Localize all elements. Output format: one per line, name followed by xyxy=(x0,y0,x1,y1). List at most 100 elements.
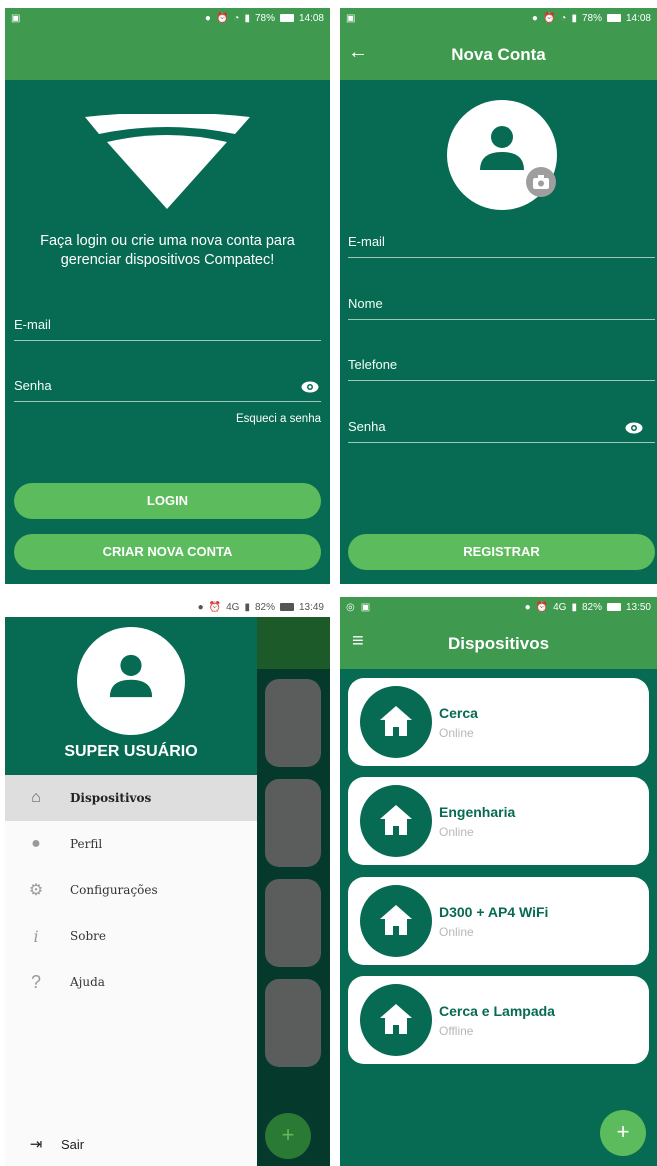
status-bar: ◎ ▣ ● ⏰ 4G ▮ 82% 13:50 xyxy=(340,597,657,617)
home-icon xyxy=(360,785,432,857)
network-type: 4G xyxy=(553,601,567,613)
login-button[interactable]: LOGIN xyxy=(14,483,321,519)
sync-icon: ● xyxy=(197,601,204,613)
device-card[interactable]: Cerca e Lampada Offline xyxy=(348,976,649,1064)
device-card[interactable]: Engenharia Online xyxy=(348,777,649,865)
camera-icon[interactable] xyxy=(526,167,556,197)
image-notification-icon: ▣ xyxy=(346,12,356,24)
clock: 13:49 xyxy=(298,601,324,613)
battery-percent: 78% xyxy=(581,12,602,24)
alarm-icon: ⏰ xyxy=(535,601,549,613)
name-field[interactable]: Nome xyxy=(348,279,655,320)
drawer-item-sobre[interactable]: i Sobre xyxy=(5,913,257,959)
help-icon: ? xyxy=(30,971,41,992)
compatec-logo xyxy=(85,114,250,209)
password-label: Senha xyxy=(14,378,52,393)
signal-icon: ▮ xyxy=(571,12,577,24)
app-bar xyxy=(5,28,330,80)
signal-icon: ▮ xyxy=(244,601,250,613)
device-status: Online xyxy=(439,825,474,839)
create-account-button[interactable]: CRIAR NOVA CONTA xyxy=(14,534,321,570)
sync-icon: ● xyxy=(204,12,211,24)
wifi-icon: ◔ xyxy=(233,12,240,24)
home-icon xyxy=(360,885,432,957)
clock: 13:50 xyxy=(625,601,651,613)
password-field[interactable]: Senha xyxy=(348,402,655,443)
page-title: Nova Conta xyxy=(451,45,546,64)
welcome-text: Faça login ou crie uma nova conta para g… xyxy=(40,233,295,268)
drawer-item-ajuda[interactable]: ? Ajuda xyxy=(5,959,257,1005)
wifi-icon: ◔ xyxy=(560,12,567,24)
home-icon: ⌂ xyxy=(31,789,41,806)
battery-icon xyxy=(279,603,294,611)
device-card[interactable]: Cerca Online xyxy=(348,678,649,766)
devices-screen: ◎ ▣ ● ⏰ 4G ▮ 82% 13:50 ≡ Dispositivos Ce… xyxy=(340,597,657,1166)
image-notification-icon: ▣ xyxy=(360,601,371,613)
person-icon: ● xyxy=(31,835,41,852)
device-name: D300 + AP4 WiFi xyxy=(439,904,549,920)
add-device-button[interactable]: + xyxy=(600,1110,646,1156)
battery-icon xyxy=(606,603,621,611)
sync-icon: ● xyxy=(531,12,538,24)
alarm-icon: ⏰ xyxy=(208,601,222,613)
drawer-item-label: Sobre xyxy=(70,929,106,943)
password-field[interactable]: Senha xyxy=(14,361,321,402)
drawer-item-label: Ajuda xyxy=(70,975,105,989)
drawer-item-label: Perfil xyxy=(70,837,103,851)
network-type: 4G xyxy=(226,601,240,613)
device-card[interactable]: D300 + AP4 WiFi Online xyxy=(348,877,649,965)
signal-icon: ▮ xyxy=(244,12,250,24)
image-notification-icon: ▣ xyxy=(11,12,21,24)
eye-icon[interactable] xyxy=(625,422,643,434)
avatar xyxy=(77,627,185,735)
app-bar: ← Nova Conta xyxy=(340,28,657,80)
app-bar: ≡ Dispositivos xyxy=(340,617,657,669)
person-icon xyxy=(480,126,524,170)
drawer-item-dispositivos[interactable]: ⌂ Dispositivos xyxy=(5,775,257,821)
battery-percent: 78% xyxy=(254,12,275,24)
drawer-item-configuracoes[interactable]: ⚙ Configurações xyxy=(5,867,257,913)
person-icon xyxy=(109,654,153,698)
list-item xyxy=(265,779,321,867)
name-label: Nome xyxy=(348,296,383,311)
battery-percent: 82% xyxy=(254,601,275,613)
device-status: Online xyxy=(439,925,474,939)
login-screen: ▣ ● ⏰ ◔ ▮ 78% 14:08 Faça login ou crie u… xyxy=(5,8,330,584)
battery-icon xyxy=(606,14,621,22)
email-field[interactable]: E-mail xyxy=(348,217,655,258)
drawer-item-label: Configurações xyxy=(70,883,158,897)
phone-label: Telefone xyxy=(348,357,398,372)
list-item xyxy=(265,979,321,1067)
clock: 14:08 xyxy=(298,12,324,24)
list-item xyxy=(265,879,321,967)
drawer-item-perfil[interactable]: ● Perfil xyxy=(5,821,257,867)
home-icon xyxy=(360,984,432,1056)
device-status: Online xyxy=(439,726,474,740)
app-bar xyxy=(257,617,330,669)
alarm-icon: ⏰ xyxy=(542,12,556,24)
logout-label: Sair xyxy=(61,1136,85,1152)
battery-icon xyxy=(279,14,294,22)
alarm-icon: ⏰ xyxy=(215,12,229,24)
logout-icon: ⇥ xyxy=(29,1136,43,1153)
drawer-item-label: Dispositivos xyxy=(70,791,152,805)
eye-icon[interactable] xyxy=(301,381,319,393)
drawer-screen: ● ⏰ 4G ▮ 82% 13:49 + SUPER USUÁRIO ⌂ Dis… xyxy=(5,597,330,1166)
sync-icon: ● xyxy=(524,601,531,613)
scrim-content[interactable]: + xyxy=(257,617,330,1166)
logout-item[interactable]: ⇥ Sair xyxy=(5,1121,257,1166)
battery-percent: 82% xyxy=(581,601,602,613)
email-field[interactable]: E-mail xyxy=(14,300,321,341)
email-label: E-mail xyxy=(14,317,51,332)
status-bar: ● ⏰ 4G ▮ 82% 13:49 xyxy=(5,597,330,617)
phone-field[interactable]: Telefone xyxy=(348,340,655,381)
password-label: Senha xyxy=(348,419,386,434)
list-item xyxy=(265,679,321,767)
device-name: Cerca xyxy=(439,705,478,721)
register-button[interactable]: REGISTRAR xyxy=(348,534,655,570)
forgot-password-link[interactable]: Esqueci a senha xyxy=(236,413,321,425)
status-bar: ▣ ● ⏰ ◔ ▮ 78% 14:08 xyxy=(5,8,330,28)
whatsapp-icon: ◎ xyxy=(346,601,355,613)
register-screen: ▣ ● ⏰ ◔ ▮ 78% 14:08 ← Nova Conta E-mail … xyxy=(340,8,657,584)
signal-icon: ▮ xyxy=(571,601,577,613)
